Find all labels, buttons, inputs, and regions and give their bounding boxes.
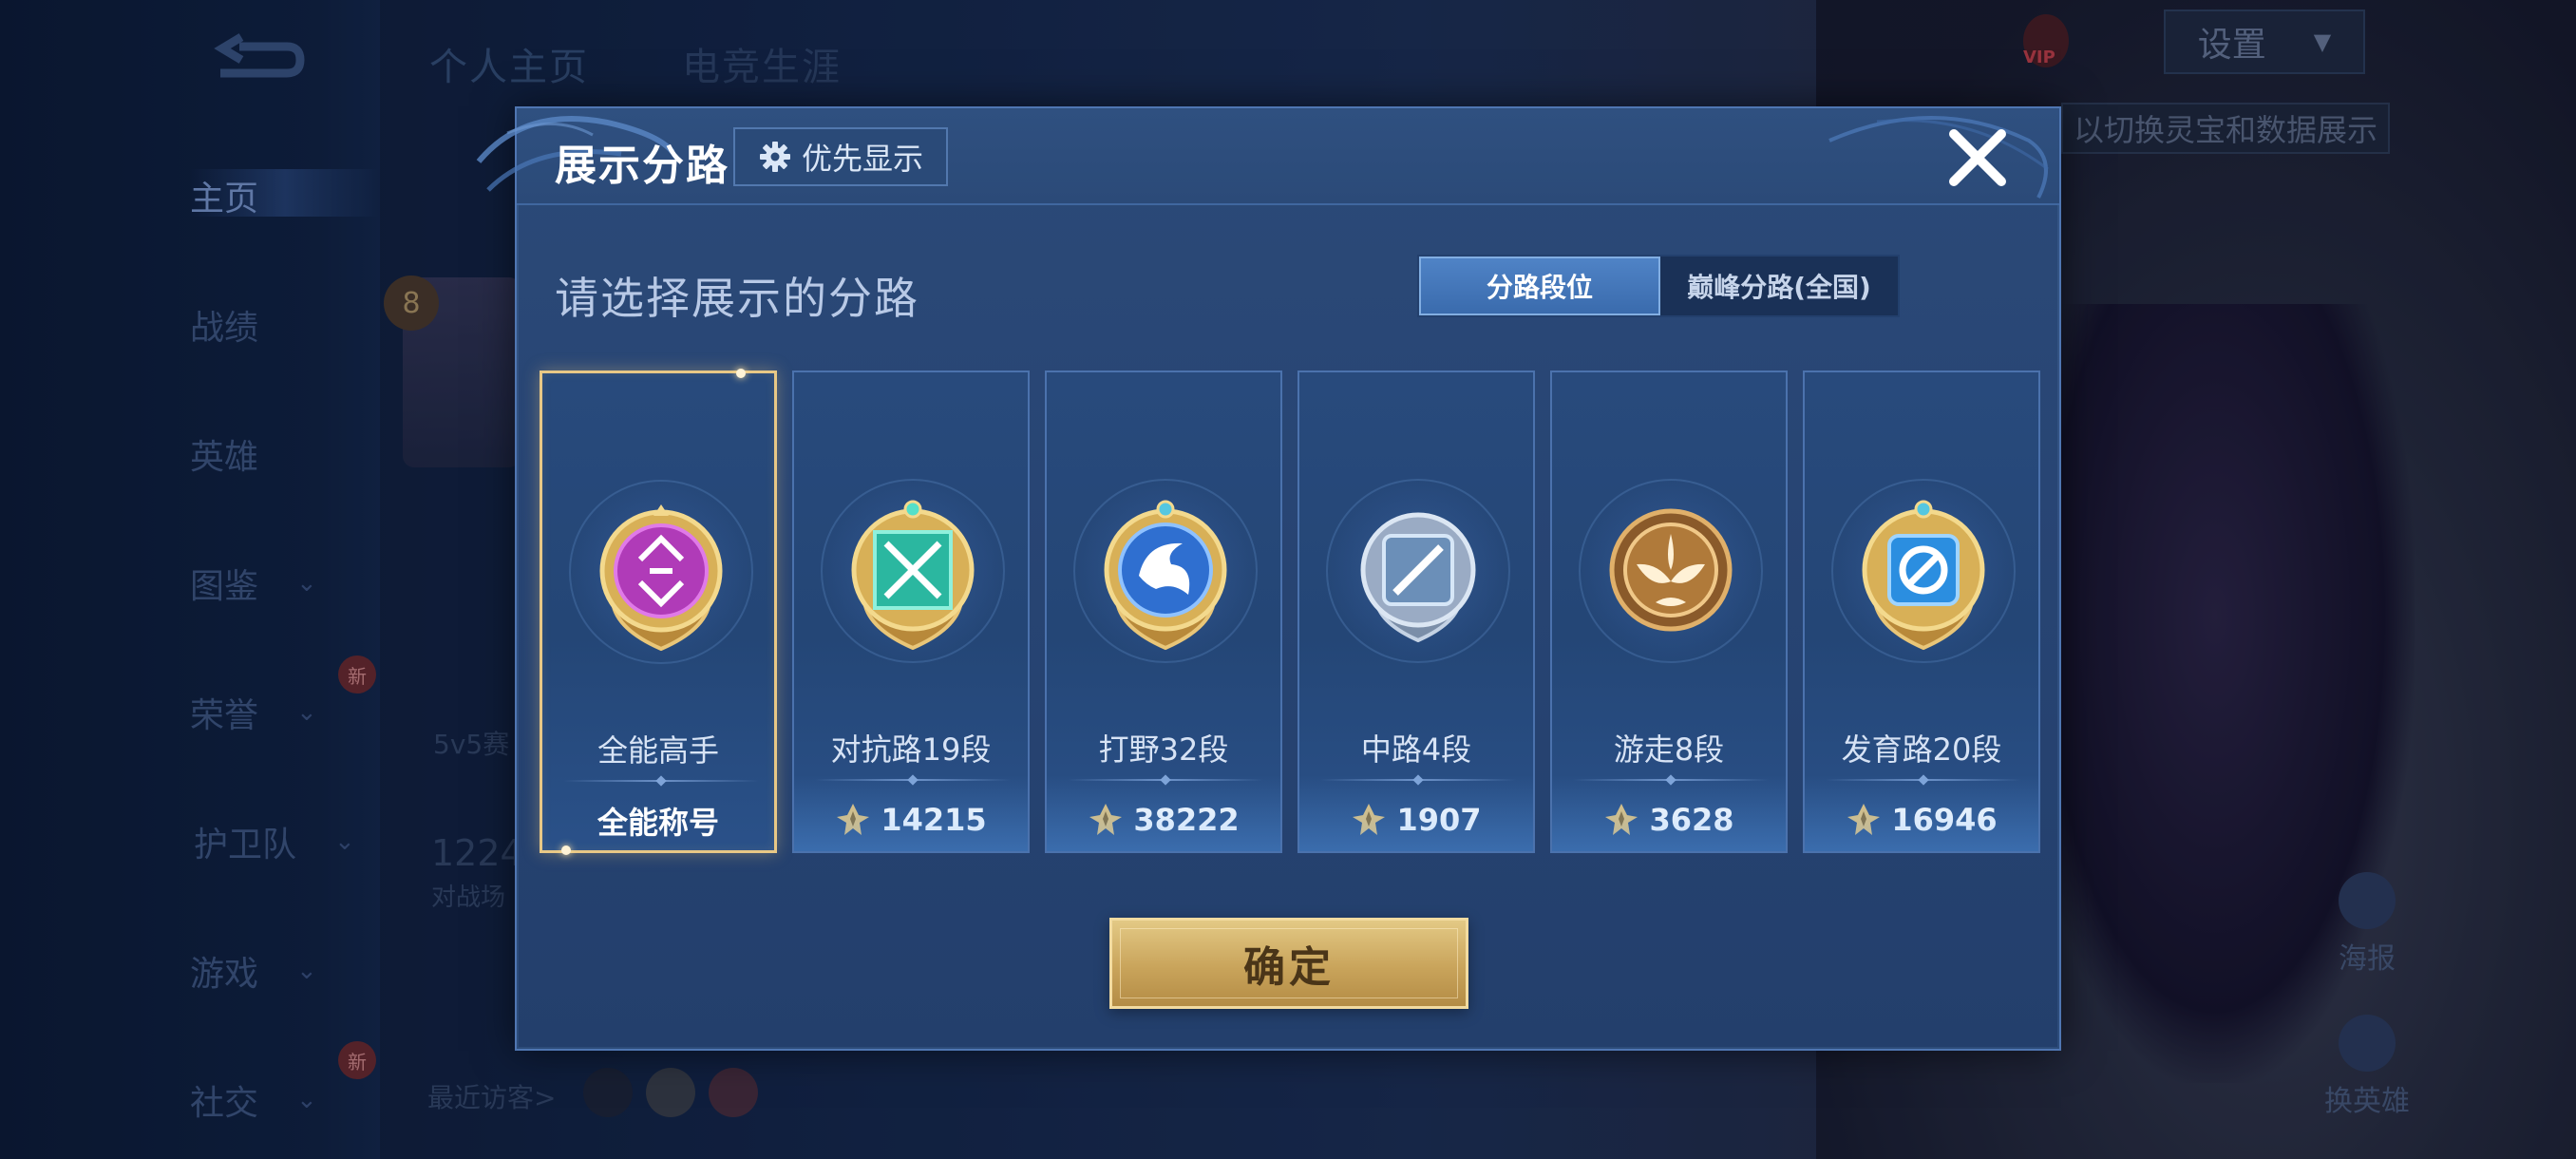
priority-display-label: 优先显示 — [801, 141, 923, 177]
lane-label: 打野32段 — [1098, 732, 1229, 768]
card-glow — [1047, 775, 1280, 851]
lane-value-text: 全能称号 — [597, 805, 719, 841]
toggle-lane-rank[interactable]: 分路段位 — [1419, 256, 1660, 315]
close-button[interactable] — [1943, 124, 2012, 192]
lane-card-roam[interactable]: 游走8段 3628 — [1550, 370, 1788, 853]
lane-label: 对抗路19段 — [830, 732, 992, 768]
dialog-subtitle: 请选择展示的分路 — [555, 273, 919, 324]
confirm-button[interactable]: 确定 — [1109, 918, 1468, 1009]
jungle-badge-icon — [1073, 479, 1258, 663]
card-glow — [794, 775, 1028, 851]
divider — [563, 780, 759, 782]
corner-sparkle — [736, 369, 746, 378]
lane-card-clash[interactable]: 对抗路19段 14215 — [792, 370, 1030, 853]
priority-display-button[interactable]: 优先显示 — [733, 127, 948, 186]
farm-lane-badge-icon — [1831, 479, 2016, 663]
card-glow — [1299, 775, 1533, 851]
lane-card-all-round[interactable]: 全能高手 全能称号 — [540, 369, 777, 855]
card-glow — [1805, 775, 2038, 851]
roam-badge-icon — [1579, 479, 1763, 663]
close-icon — [1949, 129, 2006, 186]
lane-label: 中路4段 — [1360, 732, 1472, 768]
view-toggle: 分路段位 巅峰分路(全国) — [1417, 255, 1900, 317]
lane-label: 发育路20段 — [1841, 732, 2002, 768]
lane-label: 游走8段 — [1613, 732, 1725, 768]
card-glow — [1552, 775, 1786, 851]
gear-icon — [759, 142, 790, 172]
lane-card-farm[interactable]: 发育路20段 16946 — [1803, 370, 2040, 853]
lane-cards: 全能高手 全能称号 对抗路19段 打野32段 中路4段 游走8段 发育路20段 — [540, 369, 2040, 855]
lane-value: 全能称号 — [542, 793, 774, 848]
lane-card-jungle[interactable]: 打野32段 38222 — [1045, 370, 1282, 853]
lane-display-dialog: 展示分路 优先显示 请选择展示的分路 分路段位 巅峰分路(全国) 全能高手 全能… — [476, 106, 2061, 1051]
dialog-title: 展示分路 — [555, 142, 729, 190]
mid-lane-badge-icon — [1326, 479, 1510, 663]
lane-label: 全能高手 — [597, 732, 719, 769]
lane-card-mid[interactable]: 中路4段 1907 — [1297, 370, 1535, 853]
clash-lane-badge-icon — [821, 479, 1005, 663]
all-round-badge-icon — [569, 480, 753, 664]
toggle-peak-lane[interactable]: 巅峰分路(全国) — [1660, 256, 1898, 315]
dialog-header: 展示分路 优先显示 — [476, 108, 2059, 205]
